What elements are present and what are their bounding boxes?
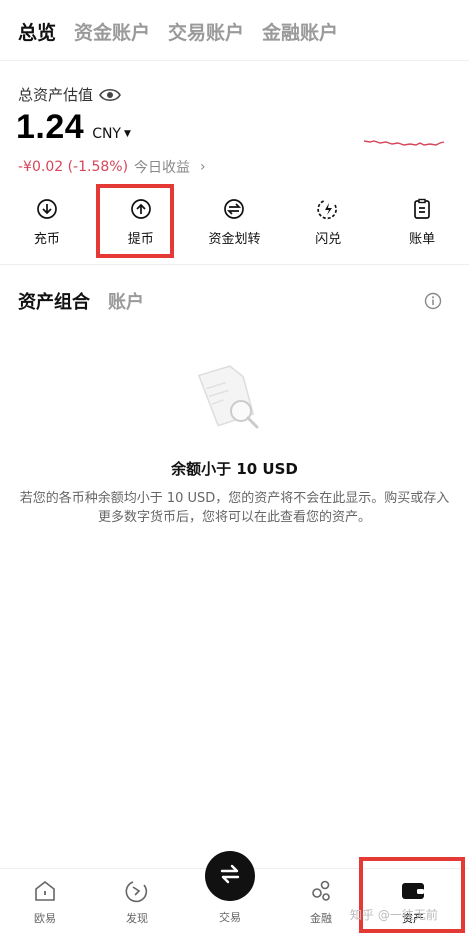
transfer-button[interactable]: 资金划转 [188, 198, 282, 247]
sparkline-chart [363, 140, 445, 146]
total-assets-value: 1.24 [16, 108, 85, 146]
tab-accounts[interactable]: 账户 [108, 288, 144, 314]
chevron-right-icon: › [200, 159, 206, 175]
watermark-text: 知乎 @一往无前 [350, 908, 438, 922]
bill-button[interactable]: 账单 [375, 198, 469, 247]
today-pnl-row[interactable]: -¥0.02 (-1.58%) 今日收益 › [18, 157, 206, 177]
deposit-icon [36, 198, 58, 224]
tab-funding-account[interactable]: 资金账户 [74, 18, 150, 45]
tab-trading-account[interactable]: 交易账户 [168, 18, 244, 45]
nav-home[interactable]: 欧易 [15, 879, 75, 926]
tab-portfolio[interactable]: 资产组合 [18, 288, 90, 314]
flash-swap-icon [317, 198, 339, 224]
nav-discover-label: 发现 [126, 912, 148, 925]
today-pnl-value: -¥0.02 (-1.58%) [18, 159, 129, 175]
balance-row: 1.24 CNY ▼ [16, 108, 131, 147]
total-assets-label: 总资产估值 [18, 86, 94, 104]
tab-overview[interactable]: 总览 [18, 18, 56, 45]
transfer-label: 资金划转 [208, 232, 261, 247]
deposit-button[interactable]: 充币 [0, 198, 94, 247]
nav-discover[interactable]: 发现 [107, 879, 167, 926]
empty-document-search-icon [197, 365, 259, 429]
info-icon[interactable] [424, 292, 442, 314]
empty-state-title: 余额小于 10 USD [171, 460, 298, 478]
currency-label: CNY [92, 126, 121, 142]
bill-label: 账单 [409, 232, 436, 247]
quick-actions: 充币 提币 资金划转 闪兑 账单 [0, 198, 469, 247]
tab-finance-account[interactable]: 金融账户 [262, 18, 338, 45]
total-assets-label-row: 总资产估值 [18, 84, 121, 105]
nav-finance-label: 金融 [310, 912, 332, 925]
header-divider [0, 60, 469, 61]
withdraw-highlight-box [96, 184, 174, 258]
trade-button[interactable] [205, 851, 255, 901]
caret-down-icon: ▼ [124, 129, 131, 139]
empty-state-description: 若您的各币种余额均小于 10 USD，您的资产将不会在此显示。购买或存入更多数字… [19, 491, 450, 525]
finance-icon [309, 879, 333, 907]
nav-trade[interactable]: 交易 [200, 909, 260, 925]
eye-icon[interactable] [99, 87, 121, 103]
today-pnl-label: 今日收益 [134, 160, 191, 176]
asset-tabs: 资产组合 账户 [18, 288, 144, 314]
nav-finance[interactable]: 金融 [291, 879, 351, 926]
currency-selector[interactable]: CNY ▼ [92, 126, 131, 142]
bill-icon [411, 198, 433, 224]
deposit-label: 充币 [33, 232, 60, 247]
transfer-icon [223, 198, 245, 224]
discover-icon [125, 879, 149, 907]
nav-trade-label: 交易 [219, 911, 241, 924]
home-icon [33, 879, 57, 907]
flash-swap-label: 闪兑 [315, 232, 342, 247]
actions-divider [0, 264, 469, 265]
flash-swap-button[interactable]: 闪兑 [281, 198, 375, 247]
nav-home-label: 欧易 [34, 912, 56, 925]
account-tabs: 总览 资金账户 交易账户 金融账户 [18, 18, 338, 45]
trade-icon [217, 861, 243, 891]
